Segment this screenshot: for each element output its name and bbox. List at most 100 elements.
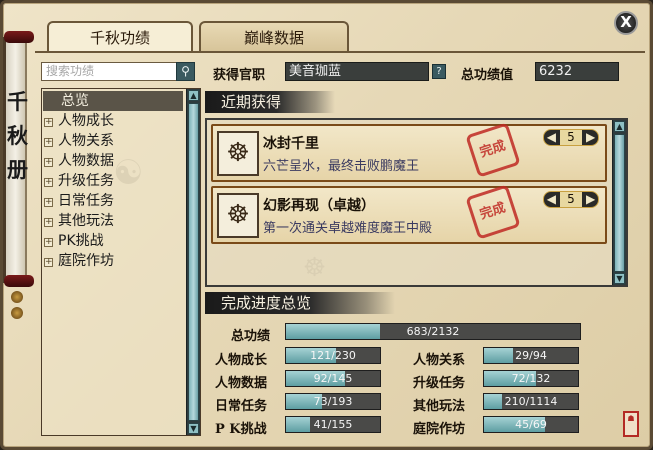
progress-banner: 完成进度总览 (205, 292, 395, 314)
expand-icon[interactable]: + (44, 238, 53, 247)
tassel-bead-icon (11, 307, 23, 319)
tree-item-label: 庭院作坊 (58, 253, 114, 269)
expand-icon[interactable]: + (44, 258, 53, 267)
help-button[interactable]: ? (432, 64, 446, 79)
search-placeholder: 搜索功绩 (46, 64, 95, 78)
achievement-card[interactable]: ☸ 冰封千里 六芒呈水，最终击败鹏魔王 完成 ◀ 5 ▶ (211, 122, 607, 182)
total-merit-label: 总功绩值 (461, 68, 514, 83)
tree-item-label: PK挑战 (58, 233, 104, 249)
tassel-bead-icon (11, 291, 23, 303)
achievement-title: 冰封千里 (263, 136, 319, 152)
tree-item-overview[interactable]: 总览 (43, 91, 183, 111)
progress-text: 72/132 (511, 372, 551, 385)
achievement-desc: 六芒呈水，最终击败鹏魔王 (263, 159, 420, 174)
recent-scrollbar[interactable]: ▲ ▼ (612, 120, 626, 285)
progress-bar: 121/230 (285, 347, 381, 364)
tree-item-pk[interactable]: + PK挑战 (44, 231, 104, 251)
progress-bar: 45/69 (483, 416, 579, 433)
tree-item-label: 升级任务 (58, 173, 114, 189)
progress-text: 121/230 (310, 349, 356, 362)
progress-text: 41/155 (313, 418, 353, 431)
title-label: 获得官职 (213, 68, 266, 83)
red-seal-icon: ☗ (623, 411, 639, 437)
progress-row-label: 庭院作坊 (413, 422, 466, 437)
tree-item-relations[interactable]: + 人物关系 (44, 131, 114, 151)
progress-bar: 92/145 (285, 370, 381, 387)
points-badge: ◀ 5 ▶ (543, 129, 599, 146)
scroll-top-rod (4, 31, 34, 43)
completed-stamp-icon: 完成 (465, 184, 521, 240)
total-merit-value: 6232 (535, 62, 619, 81)
scroll-down-icon[interactable]: ▼ (614, 273, 625, 284)
expand-icon[interactable]: + (44, 138, 53, 147)
tree-item-label: 其他玩法 (58, 213, 114, 229)
expand-icon[interactable]: + (44, 178, 53, 187)
progress-row-label: 人物数据 (215, 376, 268, 391)
scrollbar-thumb[interactable] (614, 134, 625, 272)
scrollbar-thumb[interactable] (188, 103, 199, 421)
tree-item-upgrade-quests[interactable]: + 升级任务 (44, 171, 114, 191)
tree-item-courtyard[interactable]: + 庭院作坊 (44, 251, 114, 271)
achievement-desc: 第一次通关卓越难度魔王中殿 (263, 221, 433, 236)
progress-row-label: 日常任务 (215, 399, 268, 414)
progress-row-label: 升级任务 (413, 376, 466, 391)
tab-peak-data[interactable]: 巅峰数据 (199, 21, 349, 53)
close-button[interactable]: X (614, 11, 638, 35)
tree-item-daily-quests[interactable]: + 日常任务 (44, 191, 114, 211)
tree-scrollbar[interactable]: ▲ ▼ (186, 89, 200, 435)
progress-total-bar: 683/2132 (285, 323, 581, 340)
progress-text: 92/145 (313, 372, 353, 385)
category-tree: 总览 + 人物成长 + 人物关系 + 人物数据 + 升级任务 + 日常任务 + 其他玩法 +… (41, 88, 201, 436)
scroll-up-icon[interactable]: ▲ (614, 121, 625, 132)
tab-label: 巅峰数据 (243, 29, 304, 47)
tab-achievements[interactable]: 千秋功绩 (47, 21, 193, 53)
progress-bar: 41/155 (285, 416, 381, 433)
tree-item-label: 总览 (61, 93, 89, 109)
points-value: 5 (560, 130, 582, 145)
expand-icon[interactable]: + (44, 158, 53, 167)
progress-bar: 73/193 (285, 393, 381, 410)
tree-item-other-modes[interactable]: + 其他玩法 (44, 211, 114, 231)
scroll-up-icon[interactable]: ▲ (188, 90, 199, 101)
achievement-window: ☯ ☸ 千秋册 X 千秋功绩 巅峰数据 搜索功绩 ⚲ 总览 +人物成长 +人物关… (0, 0, 653, 450)
progress-row-label: 人物成长 (215, 353, 268, 368)
progress-text: 73/193 (313, 395, 353, 408)
recent-achievements-list: ☸ 冰封千里 六芒呈水，最终击败鹏魔王 完成 ◀ 5 ▶ ☸ 幻影再现（卓越） 第一… (205, 118, 628, 287)
progress-text: 45/69 (515, 418, 547, 431)
points-badge: ◀ 5 ▶ (543, 191, 599, 208)
tree-item-label: 人物成长 (58, 113, 114, 129)
achievement-card[interactable]: ☸ 幻影再现（卓越） 第一次通关卓越难度魔王中殿 完成 ◀ 5 ▶ (211, 184, 607, 244)
expand-icon[interactable]: + (44, 198, 53, 207)
scroll-title: 千秋册 (7, 89, 28, 182)
progress-text: 683/2132 (406, 325, 460, 338)
side-scroll: 千秋册 (3, 31, 34, 319)
progress-bar: 72/132 (483, 370, 579, 387)
tab-label: 千秋功绩 (89, 29, 150, 47)
title-value: 美音珈蓝 (285, 62, 429, 81)
recent-banner: 近期获得 (205, 91, 335, 113)
tree-item-label: 日常任务 (58, 193, 114, 209)
search-icon: ⚲ (181, 64, 190, 78)
expand-icon[interactable]: + (44, 118, 53, 127)
achievement-icon: ☸ (217, 193, 259, 238)
progress-row-label: 人物关系 (413, 353, 466, 368)
scroll-bottom-rod (4, 275, 34, 287)
completed-stamp-icon: 完成 (465, 122, 521, 178)
tree-item-stats[interactable]: + 人物数据 (44, 151, 114, 171)
progress-row-label: P K挑战 (215, 422, 267, 437)
search-button[interactable]: ⚲ (176, 62, 195, 81)
expand-icon[interactable]: + (44, 218, 53, 227)
progress-bar: 29/94 (483, 347, 579, 364)
points-value: 5 (560, 192, 582, 207)
progress-bar: 210/1114 (483, 393, 579, 410)
tree-item-growth[interactable]: + 人物成长 (44, 111, 114, 131)
progress-text: 29/94 (515, 349, 547, 362)
tree-item-label: 人物数据 (58, 153, 114, 169)
scroll-down-icon[interactable]: ▼ (188, 423, 199, 434)
tree-item-label: 人物关系 (58, 133, 114, 149)
progress-row-label: 其他玩法 (413, 399, 466, 414)
progress-total-label: 总功绩 (231, 329, 271, 344)
search-input[interactable]: 搜索功绩 ⚲ (41, 62, 195, 81)
progress-text: 210/1114 (504, 395, 558, 408)
achievement-icon: ☸ (217, 131, 259, 176)
